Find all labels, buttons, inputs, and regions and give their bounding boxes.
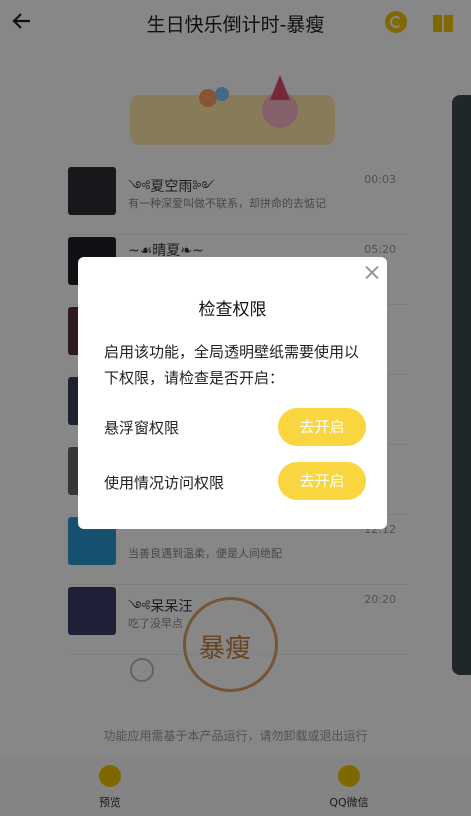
enable-usage-button[interactable]: 去开启 — [278, 462, 366, 500]
enable-overlay-button[interactable]: 去开启 — [278, 408, 366, 446]
close-icon[interactable] — [365, 265, 379, 279]
permission-dialog: 检查权限 启用该功能，全局透明壁纸需要使用以下权限，请检查是否开启： 悬浮窗权限… — [78, 257, 387, 529]
permission-label-overlay: 悬浮窗权限 — [104, 419, 180, 437]
dialog-title: 检查权限 — [198, 300, 267, 320]
permission-label-usage: 使用情况访问权限 — [104, 474, 225, 492]
dialog-description: 启用该功能，全局透明壁纸需要使用以下权限，请检查是否开启： — [104, 343, 360, 387]
